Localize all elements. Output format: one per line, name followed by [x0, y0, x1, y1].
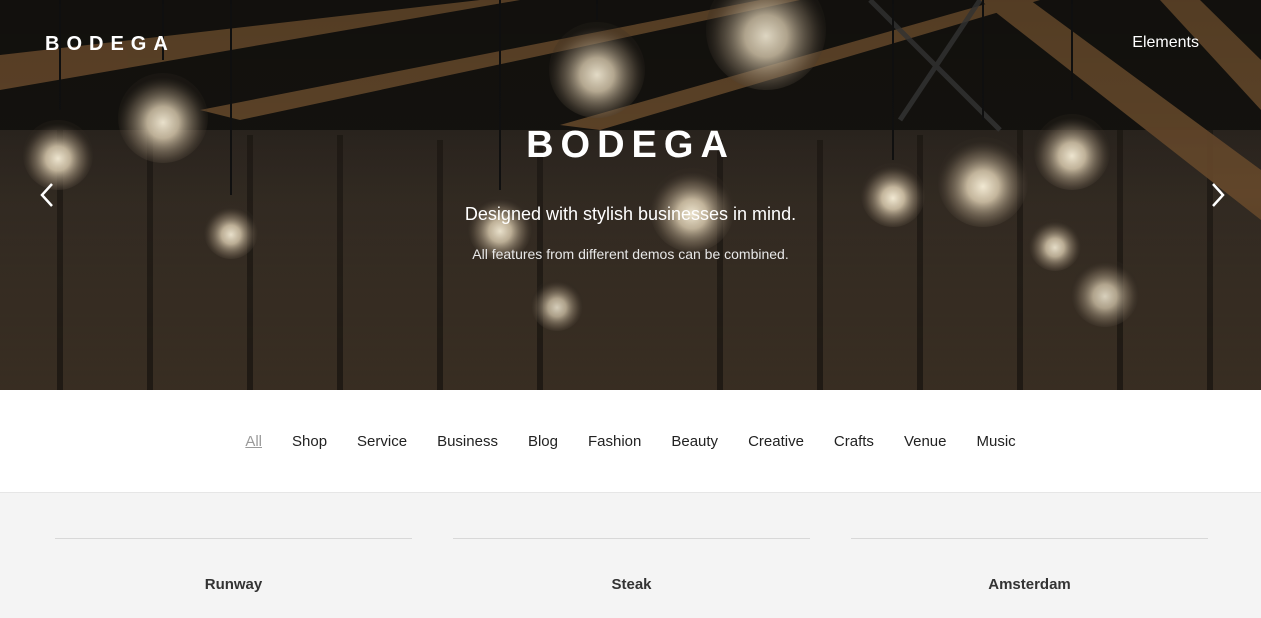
filter-list: All Shop Service Business Blog Fashion B…	[230, 433, 1030, 450]
filter-business[interactable]: Business	[422, 433, 513, 450]
card-divider	[55, 538, 412, 539]
card-title[interactable]: Runway	[55, 576, 412, 593]
hero-tagline: All features from different demos can be…	[472, 246, 789, 262]
card-title[interactable]: Steak	[453, 576, 810, 593]
hero-title: BODEGA	[526, 124, 735, 166]
hero-subtitle: Designed with stylish businesses in mind…	[464, 204, 797, 224]
demo-filter-bar: All Shop Service Business Blog Fashion B…	[0, 390, 1261, 493]
chevron-right-icon	[1212, 183, 1225, 207]
slider-prev-button[interactable]	[36, 180, 60, 210]
card-divider	[851, 538, 1208, 539]
filter-beauty[interactable]: Beauty	[656, 433, 733, 450]
filter-blog[interactable]: Blog	[513, 433, 573, 450]
site-logo[interactable]: BODEGA	[45, 33, 175, 56]
demo-card[interactable]: Runway	[55, 538, 412, 593]
filter-all[interactable]: All	[230, 433, 277, 450]
filter-service[interactable]: Service	[342, 433, 422, 450]
filter-venue[interactable]: Venue	[889, 433, 962, 450]
demo-card[interactable]: Steak	[453, 538, 810, 593]
demo-card[interactable]: Amsterdam	[851, 538, 1208, 593]
hero-overlay	[0, 0, 1261, 390]
card-title[interactable]: Amsterdam	[851, 576, 1208, 593]
filter-music[interactable]: Music	[961, 433, 1030, 450]
hero-slider: BODEGA Elements BODEGA Designed with sty…	[0, 0, 1261, 390]
demo-grid: Runway Steak Amsterdam	[55, 538, 1208, 593]
filter-shop[interactable]: Shop	[277, 433, 342, 450]
nav-link-elements[interactable]: Elements	[1132, 34, 1199, 52]
filter-creative[interactable]: Creative	[733, 433, 819, 450]
filter-fashion[interactable]: Fashion	[573, 433, 656, 450]
slider-next-button[interactable]	[1205, 180, 1229, 210]
card-divider	[453, 538, 810, 539]
filter-crafts[interactable]: Crafts	[819, 433, 889, 450]
chevron-left-icon	[40, 183, 53, 207]
